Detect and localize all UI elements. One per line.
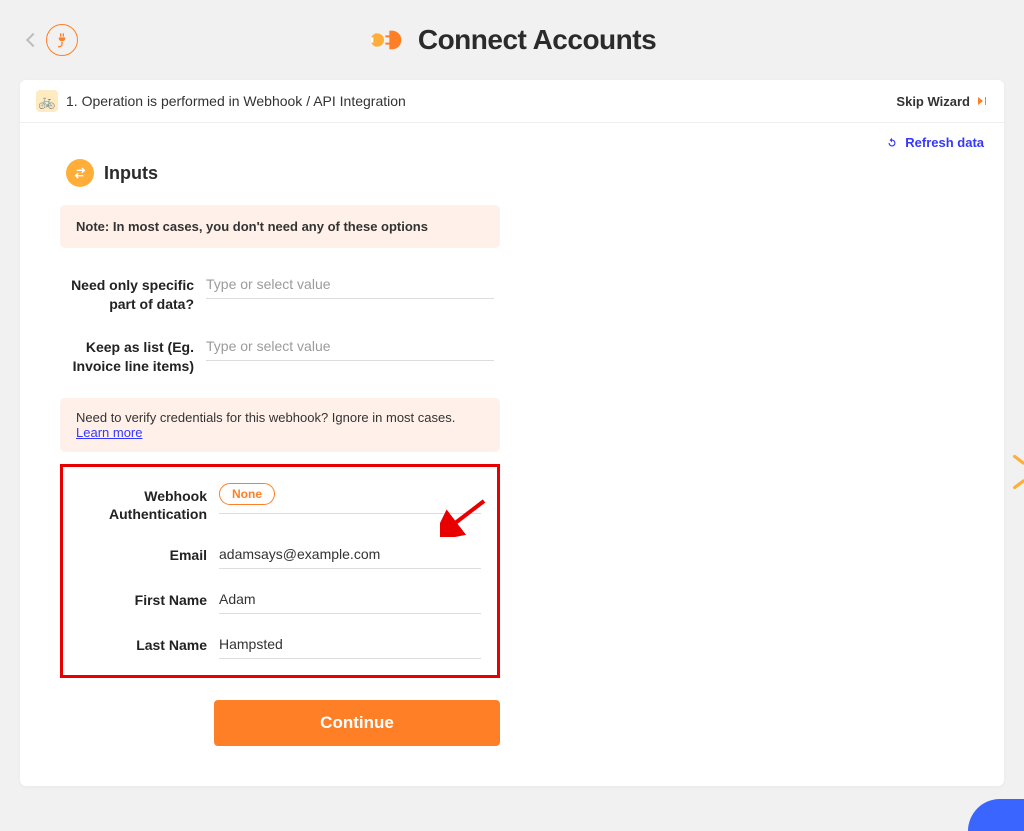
- refresh-data-button[interactable]: Refresh data: [885, 135, 984, 150]
- webhook-auth-value-badge[interactable]: None: [219, 483, 275, 505]
- note-verify-text: Need to verify credentials for this webh…: [76, 410, 455, 425]
- highlighted-fields-box: Webhook Authentication None Email First …: [60, 464, 500, 679]
- skip-wizard-button[interactable]: Skip Wizard: [896, 94, 988, 109]
- chevron-right-icon: [1006, 468, 1024, 494]
- refresh-icon: [885, 136, 899, 150]
- wizard-card: 🚲 1. Operation is performed in Webhook /…: [20, 80, 1004, 786]
- first-name-label: First Name: [73, 589, 219, 610]
- last-name-label: Last Name: [73, 634, 219, 655]
- breadcrumb-app-icon: 🚲: [36, 90, 58, 112]
- page-title: Connect Accounts: [418, 24, 656, 56]
- inputs-section-title: Inputs: [104, 163, 158, 184]
- breadcrumb-text: 1. Operation is performed in Webhook / A…: [66, 93, 406, 109]
- webhook-auth-label: Webhook Authentication: [73, 485, 219, 525]
- note-top: Note: In most cases, you don't need any …: [60, 205, 500, 248]
- inputs-section-icon: [66, 159, 94, 187]
- email-label: Email: [73, 544, 219, 565]
- keep-as-list-input[interactable]: [206, 336, 494, 361]
- page-header: Connect Accounts: [20, 18, 1004, 62]
- continue-button[interactable]: Continue: [214, 700, 500, 746]
- first-name-input[interactable]: [219, 589, 481, 614]
- side-nav-chevrons[interactable]: [1006, 450, 1024, 494]
- note-verify: Need to verify credentials for this webh…: [60, 398, 500, 452]
- plug-icon: [54, 32, 70, 48]
- connect-icon: [368, 25, 408, 55]
- skip-wizard-label: Skip Wizard: [896, 94, 970, 109]
- swap-icon: [72, 165, 88, 181]
- specific-part-input[interactable]: [206, 274, 494, 299]
- refresh-label: Refresh data: [905, 135, 984, 150]
- plug-button[interactable]: [46, 24, 78, 56]
- breadcrumb: 🚲 1. Operation is performed in Webhook /…: [36, 90, 406, 112]
- last-name-input[interactable]: [219, 634, 481, 659]
- back-chevron-icon[interactable]: [26, 33, 40, 47]
- email-input[interactable]: [219, 544, 481, 569]
- skip-forward-icon: [976, 95, 988, 107]
- keep-as-list-label: Keep as list (Eg. Invoice line items): [60, 336, 206, 376]
- learn-more-link[interactable]: Learn more: [76, 425, 142, 440]
- specific-part-label: Need only specific part of data?: [60, 274, 206, 314]
